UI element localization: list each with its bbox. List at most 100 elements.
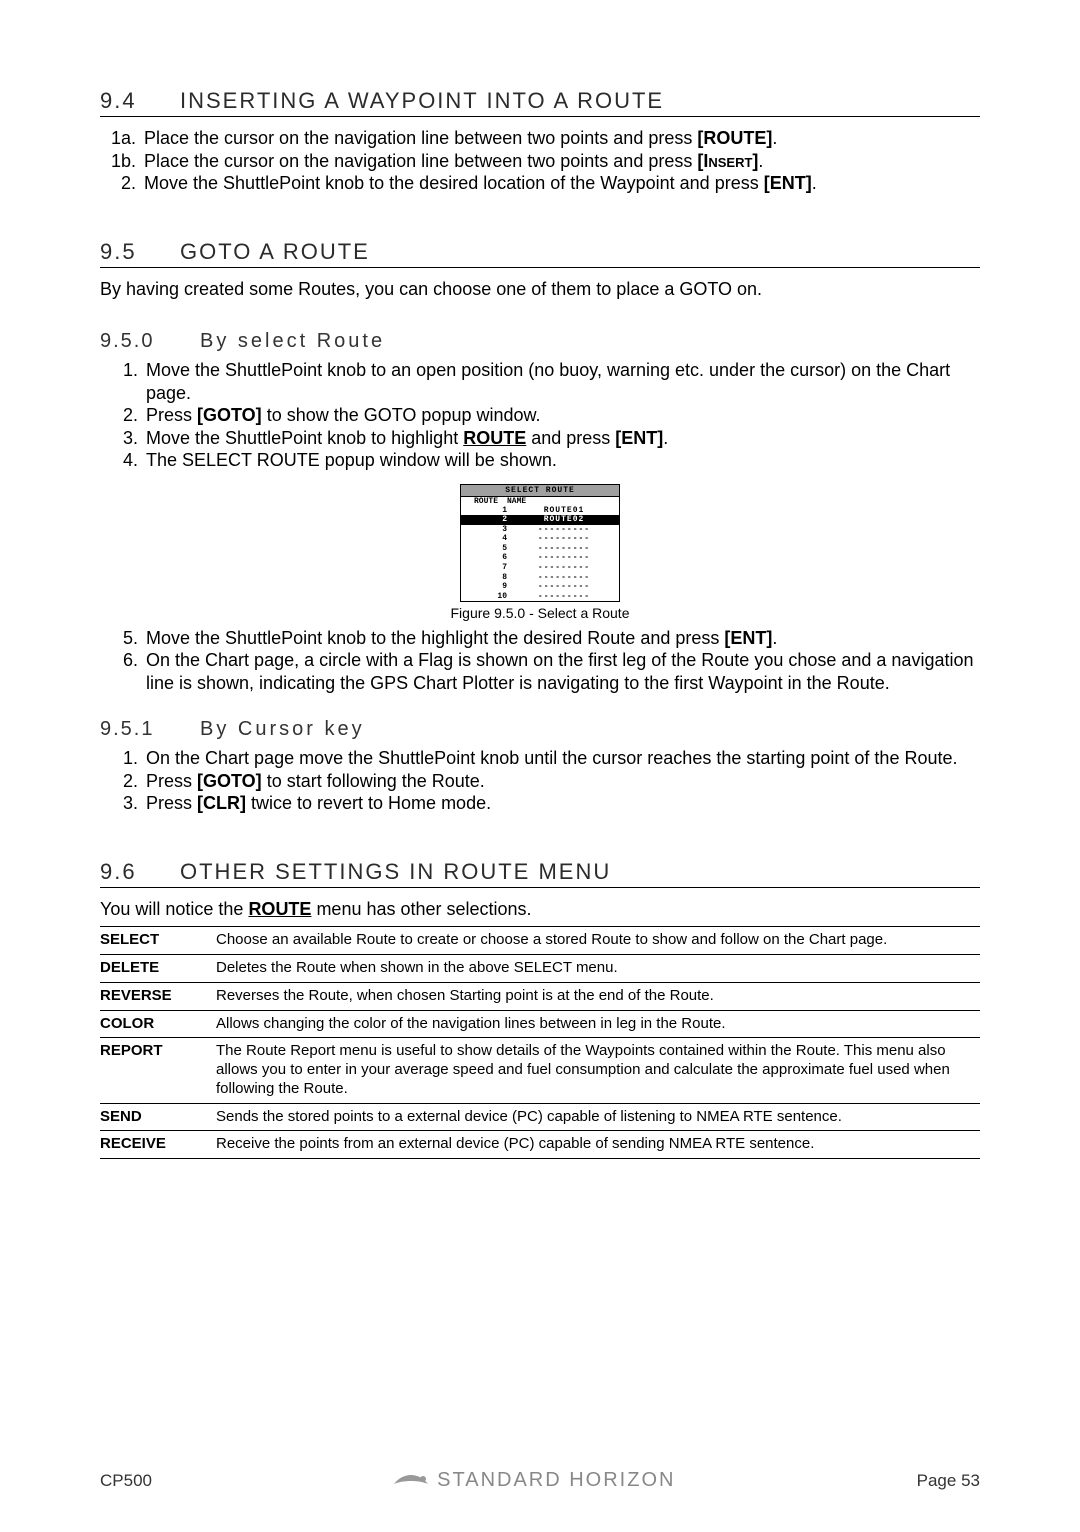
brand-logo: STANDARD HORIZON [393, 1469, 675, 1492]
section-9-5-intro: By having created some Routes, you can c… [100, 278, 980, 301]
route-name: --------- [513, 573, 615, 583]
list-item: 1a.Place the cursor on the navigation li… [100, 127, 980, 150]
section-9-4-steps: 1a.Place the cursor on the navigation li… [100, 127, 980, 195]
key-label: [ENT] [615, 428, 663, 448]
route-number: 9 [465, 582, 513, 592]
list-text: Move the ShuttlePoint knob to an open po… [146, 359, 980, 404]
table-row: REPORTThe Route Report menu is useful to… [100, 1038, 980, 1103]
section-number: 9.6 [100, 859, 180, 885]
list-item: 2.Press [GOTO] to show the GOTO popup wi… [110, 404, 980, 427]
subsection-9-5-0-heading: 9.5.0 By select Route [100, 330, 980, 353]
section-9-6-heading: 9.6 OTHER SETTINGS IN ROUTE MENU [100, 859, 980, 888]
section-number: 9.4 [100, 88, 180, 114]
setting-description: Deletes the Route when shown in the abov… [216, 955, 980, 983]
route-number: 8 [465, 573, 513, 583]
route-name: --------- [513, 553, 615, 563]
intro-text: You will notice the [100, 899, 248, 919]
route-number: 3 [465, 525, 513, 535]
setting-description: Reverses the Route, when chosen Starting… [216, 982, 980, 1010]
col-route: ROUTE [465, 497, 507, 506]
route-name: --------- [513, 525, 615, 535]
table-row: SENDSends the stored points to a externa… [100, 1103, 980, 1131]
list-text: Press [GOTO] to show the GOTO popup wind… [146, 404, 541, 427]
popup-row: 1ROUTE01 [461, 506, 619, 516]
section-9-5-heading: 9.5 GOTO A ROUTE [100, 239, 980, 268]
list-item: 4.The SELECT ROUTE popup window will be … [110, 449, 980, 472]
list-item: 2.Move the ShuttlePoint knob to the desi… [100, 172, 980, 195]
table-row: COLORAllows changing the color of the na… [100, 1010, 980, 1038]
setting-name: COLOR [100, 1010, 216, 1038]
setting-name: DELETE [100, 955, 216, 983]
footer-model: CP500 [100, 1471, 152, 1491]
key-label: [ROUTE] [697, 128, 772, 148]
list-marker: 1b. [100, 150, 144, 173]
list-text: The SELECT ROUTE popup window will be sh… [146, 449, 557, 472]
setting-description: Sends the stored points to a external de… [216, 1103, 980, 1131]
route-number: 7 [465, 563, 513, 573]
setting-name: SEND [100, 1103, 216, 1131]
setting-name: RECEIVE [100, 1131, 216, 1159]
route-name: ROUTE02 [513, 515, 615, 525]
select-route-popup: SELECT ROUTE ROUTE NAME 1ROUTE012ROUTE02… [460, 484, 620, 603]
key-label: [GOTO] [197, 405, 262, 425]
popup-row: 4--------- [461, 534, 619, 544]
list-marker: 1a. [100, 127, 144, 150]
route-number: 2 [465, 515, 513, 525]
list-text: On the Chart page move the ShuttlePoint … [146, 747, 958, 770]
list-marker: 4. [110, 449, 146, 472]
subsection-9-5-1-heading: 9.5.1 By Cursor key [100, 718, 980, 741]
route-name: --------- [513, 592, 615, 602]
list-text: Press [GOTO] to start following the Rout… [146, 770, 485, 793]
list-text: Place the cursor on the navigation line … [144, 127, 777, 150]
col-name: NAME [507, 497, 526, 506]
key-label: [Insert] [697, 151, 758, 171]
subsection-title: By select Route [200, 330, 385, 353]
route-number: 4 [465, 534, 513, 544]
table-row: RECEIVEReceive the points from an extern… [100, 1131, 980, 1159]
route-number: 6 [465, 553, 513, 563]
manual-page: 9.4 INSERTING A WAYPOINT INTO A ROUTE 1a… [0, 0, 1080, 1532]
figure-caption: Figure 9.5.0 - Select a Route [100, 605, 980, 621]
list-item: 3.Move the ShuttlePoint knob to highligh… [110, 427, 980, 450]
key-label: [ENT] [724, 628, 772, 648]
setting-description: The Route Report menu is useful to show … [216, 1038, 980, 1103]
page-footer: CP500 STANDARD HORIZON Page 53 [100, 1469, 980, 1492]
setting-name: REPORT [100, 1038, 216, 1103]
list-marker: 6. [110, 649, 146, 694]
popup-title: SELECT ROUTE [461, 485, 619, 497]
popup-row: 5--------- [461, 544, 619, 554]
swoosh-icon [393, 1470, 429, 1492]
popup-header-row: ROUTE NAME [461, 497, 619, 506]
section-9-4-heading: 9.4 INSERTING A WAYPOINT INTO A ROUTE [100, 88, 980, 117]
table-row: SELECTChoose an available Route to creat… [100, 927, 980, 955]
popup-row: 3--------- [461, 525, 619, 535]
intro-key: ROUTE [248, 899, 311, 919]
figure-9-5-0: SELECT ROUTE ROUTE NAME 1ROUTE012ROUTE02… [100, 484, 980, 621]
setting-description: Receive the points from an external devi… [216, 1131, 980, 1159]
list-marker: 5. [110, 627, 146, 650]
setting-name: REVERSE [100, 982, 216, 1010]
route-name: --------- [513, 544, 615, 554]
route-name: --------- [513, 582, 615, 592]
setting-description: Allows changing the color of the navigat… [216, 1010, 980, 1038]
list-item: 3.Press [CLR] twice to revert to Home mo… [110, 792, 980, 815]
subsection-9-5-0-steps-a: 1.Move the ShuttlePoint knob to an open … [100, 359, 980, 472]
popup-row: 6--------- [461, 553, 619, 563]
list-item: 2.Press [GOTO] to start following the Ro… [110, 770, 980, 793]
route-number: 10 [465, 592, 513, 602]
list-item: 1b.Place the cursor on the navigation li… [100, 150, 980, 173]
subsection-number: 9.5.0 [100, 330, 200, 353]
section-title: OTHER SETTINGS IN ROUTE MENU [180, 859, 611, 885]
section-title: INSERTING A WAYPOINT INTO A ROUTE [180, 88, 664, 114]
route-name: --------- [513, 563, 615, 573]
list-text: Place the cursor on the navigation line … [144, 150, 763, 173]
list-text: Move the ShuttlePoint knob to the highli… [146, 627, 777, 650]
table-row: DELETEDeletes the Route when shown in th… [100, 955, 980, 983]
route-number: 1 [465, 506, 513, 516]
subsection-9-5-0-steps-b: 5.Move the ShuttlePoint knob to the high… [100, 627, 980, 695]
list-marker: 2. [110, 770, 146, 793]
list-text: Press [CLR] twice to revert to Home mode… [146, 792, 491, 815]
popup-row: 2ROUTE02 [461, 515, 619, 525]
footer-page-number: Page 53 [917, 1471, 980, 1491]
subsection-9-5-1-steps: 1.On the Chart page move the ShuttlePoin… [100, 747, 980, 815]
